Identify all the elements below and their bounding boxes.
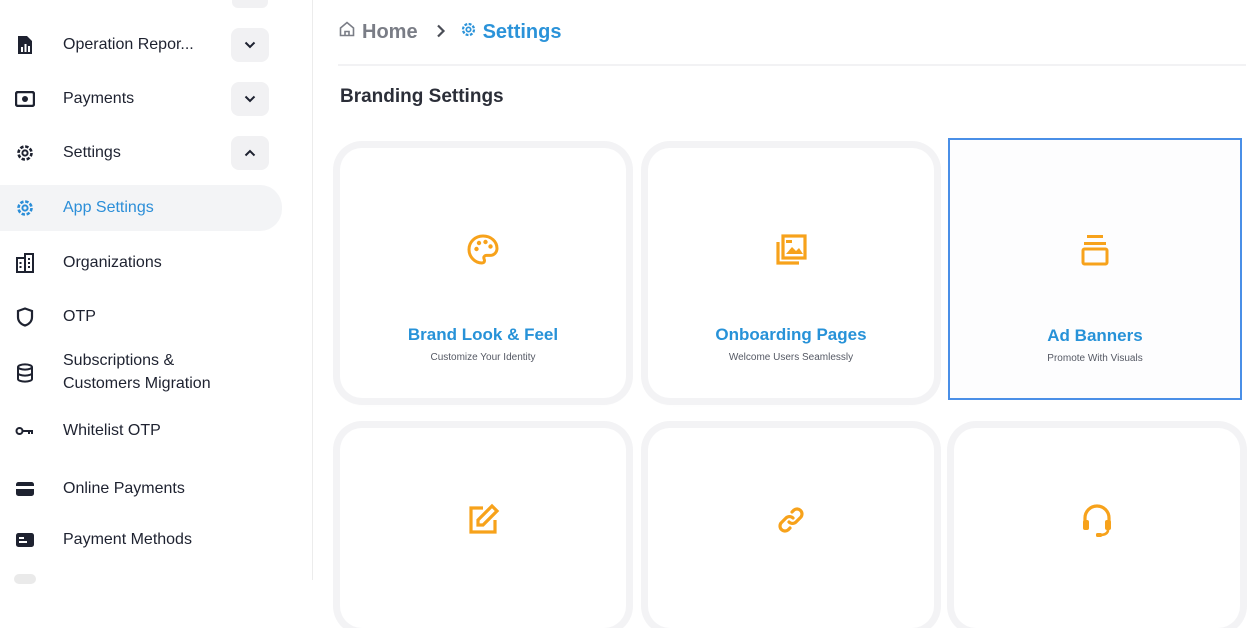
sidebar-item-label: Operation Repor... bbox=[63, 36, 194, 53]
breadcrumb-home[interactable]: Home bbox=[338, 20, 418, 44]
gallery-icon bbox=[771, 230, 811, 270]
card-edit[interactable] bbox=[340, 428, 626, 628]
sidebar-item-label-line1: Subscriptions & bbox=[63, 352, 175, 369]
sidebar-item-settings[interactable]: Settings bbox=[0, 130, 290, 176]
card-ad-banners[interactable]: Ad Banners Promote With Visuals bbox=[948, 138, 1242, 400]
sidebar-item-label: Payments bbox=[63, 90, 135, 107]
sidebar: Operation Repor... Payments Settings App… bbox=[0, 0, 313, 584]
chevron-right-icon bbox=[436, 21, 446, 44]
card-subtitle: Welcome Users Seamlessly bbox=[728, 352, 854, 363]
sidebar-item-label: Whitelist OTP bbox=[63, 422, 161, 439]
card-subtitle: Customize Your Identity bbox=[430, 352, 536, 363]
shield-icon bbox=[14, 306, 36, 328]
chevron-up-icon[interactable] bbox=[231, 136, 269, 170]
card-brand-look-feel[interactable]: Brand Look & Feel Customize Your Identit… bbox=[340, 148, 626, 398]
sidebar-item-label: OTP bbox=[63, 308, 96, 325]
building-icon bbox=[14, 252, 36, 274]
card-onboarding-pages[interactable]: Onboarding Pages Welcome Users Seamlessl… bbox=[648, 148, 934, 398]
banner-stack-icon bbox=[1075, 230, 1115, 270]
gear-icon bbox=[14, 142, 36, 164]
sidebar-item-online-payments[interactable]: Online Payments bbox=[0, 466, 290, 512]
card-title: Onboarding Pages bbox=[715, 325, 867, 344]
sidebar-next-item-partial bbox=[14, 574, 36, 584]
card-title: Brand Look & Feel bbox=[407, 325, 559, 344]
chevron-down-icon[interactable] bbox=[231, 28, 269, 62]
card-support[interactable] bbox=[954, 428, 1240, 628]
link-icon bbox=[771, 500, 811, 540]
home-icon bbox=[338, 20, 356, 44]
sidebar-item-subscriptions-migration[interactable]: Subscriptions & Customers Migration bbox=[0, 350, 290, 396]
card-subtitle: Promote With Visuals bbox=[1047, 353, 1143, 364]
sidebar-item-whitelist-otp[interactable]: Whitelist OTP bbox=[0, 408, 290, 454]
sidebar-item-label: Online Payments bbox=[63, 480, 185, 497]
headset-icon bbox=[1077, 500, 1117, 540]
sidebar-item-app-settings[interactable]: App Settings bbox=[0, 185, 282, 231]
breadcrumb-current-label: Settings bbox=[482, 20, 562, 43]
key-icon bbox=[14, 420, 36, 442]
gear-icon bbox=[460, 21, 477, 44]
sidebar-item-label: Settings bbox=[63, 144, 121, 161]
sidebar-item-label: App Settings bbox=[63, 199, 154, 216]
report-icon bbox=[14, 34, 36, 56]
sidebar-item-organizations[interactable]: Organizations bbox=[0, 240, 290, 286]
sidebar-scroll-top bbox=[232, 0, 268, 8]
palette-icon bbox=[463, 230, 503, 270]
breadcrumb: Home Settings bbox=[338, 20, 561, 44]
sidebar-item-label: Organizations bbox=[63, 254, 162, 271]
sidebar-item-payment-methods[interactable]: Payment Methods bbox=[0, 517, 290, 563]
sidebar-item-label: Payment Methods bbox=[63, 531, 192, 548]
breadcrumb-home-label: Home bbox=[362, 20, 418, 43]
camera-payment-icon bbox=[14, 88, 36, 110]
sidebar-item-otp[interactable]: OTP bbox=[0, 294, 290, 340]
card-title: Ad Banners bbox=[1047, 326, 1143, 345]
payment-method-icon bbox=[14, 529, 36, 551]
credit-card-icon bbox=[14, 478, 36, 500]
edit-icon bbox=[463, 500, 503, 540]
database-icon bbox=[14, 362, 36, 384]
header-divider bbox=[338, 64, 1246, 66]
chevron-down-icon[interactable] bbox=[231, 82, 269, 116]
sidebar-item-label-line2: Customers Migration bbox=[63, 375, 211, 392]
page-title: Branding Settings bbox=[340, 86, 504, 107]
sidebar-item-label: Subscriptions & Customers Migration bbox=[63, 349, 211, 395]
breadcrumb-current: Settings bbox=[460, 20, 562, 44]
card-link[interactable] bbox=[648, 428, 934, 628]
sidebar-item-operation-reports[interactable]: Operation Repor... bbox=[0, 22, 290, 68]
gear-icon bbox=[14, 197, 36, 219]
sidebar-item-payments[interactable]: Payments bbox=[0, 76, 290, 122]
